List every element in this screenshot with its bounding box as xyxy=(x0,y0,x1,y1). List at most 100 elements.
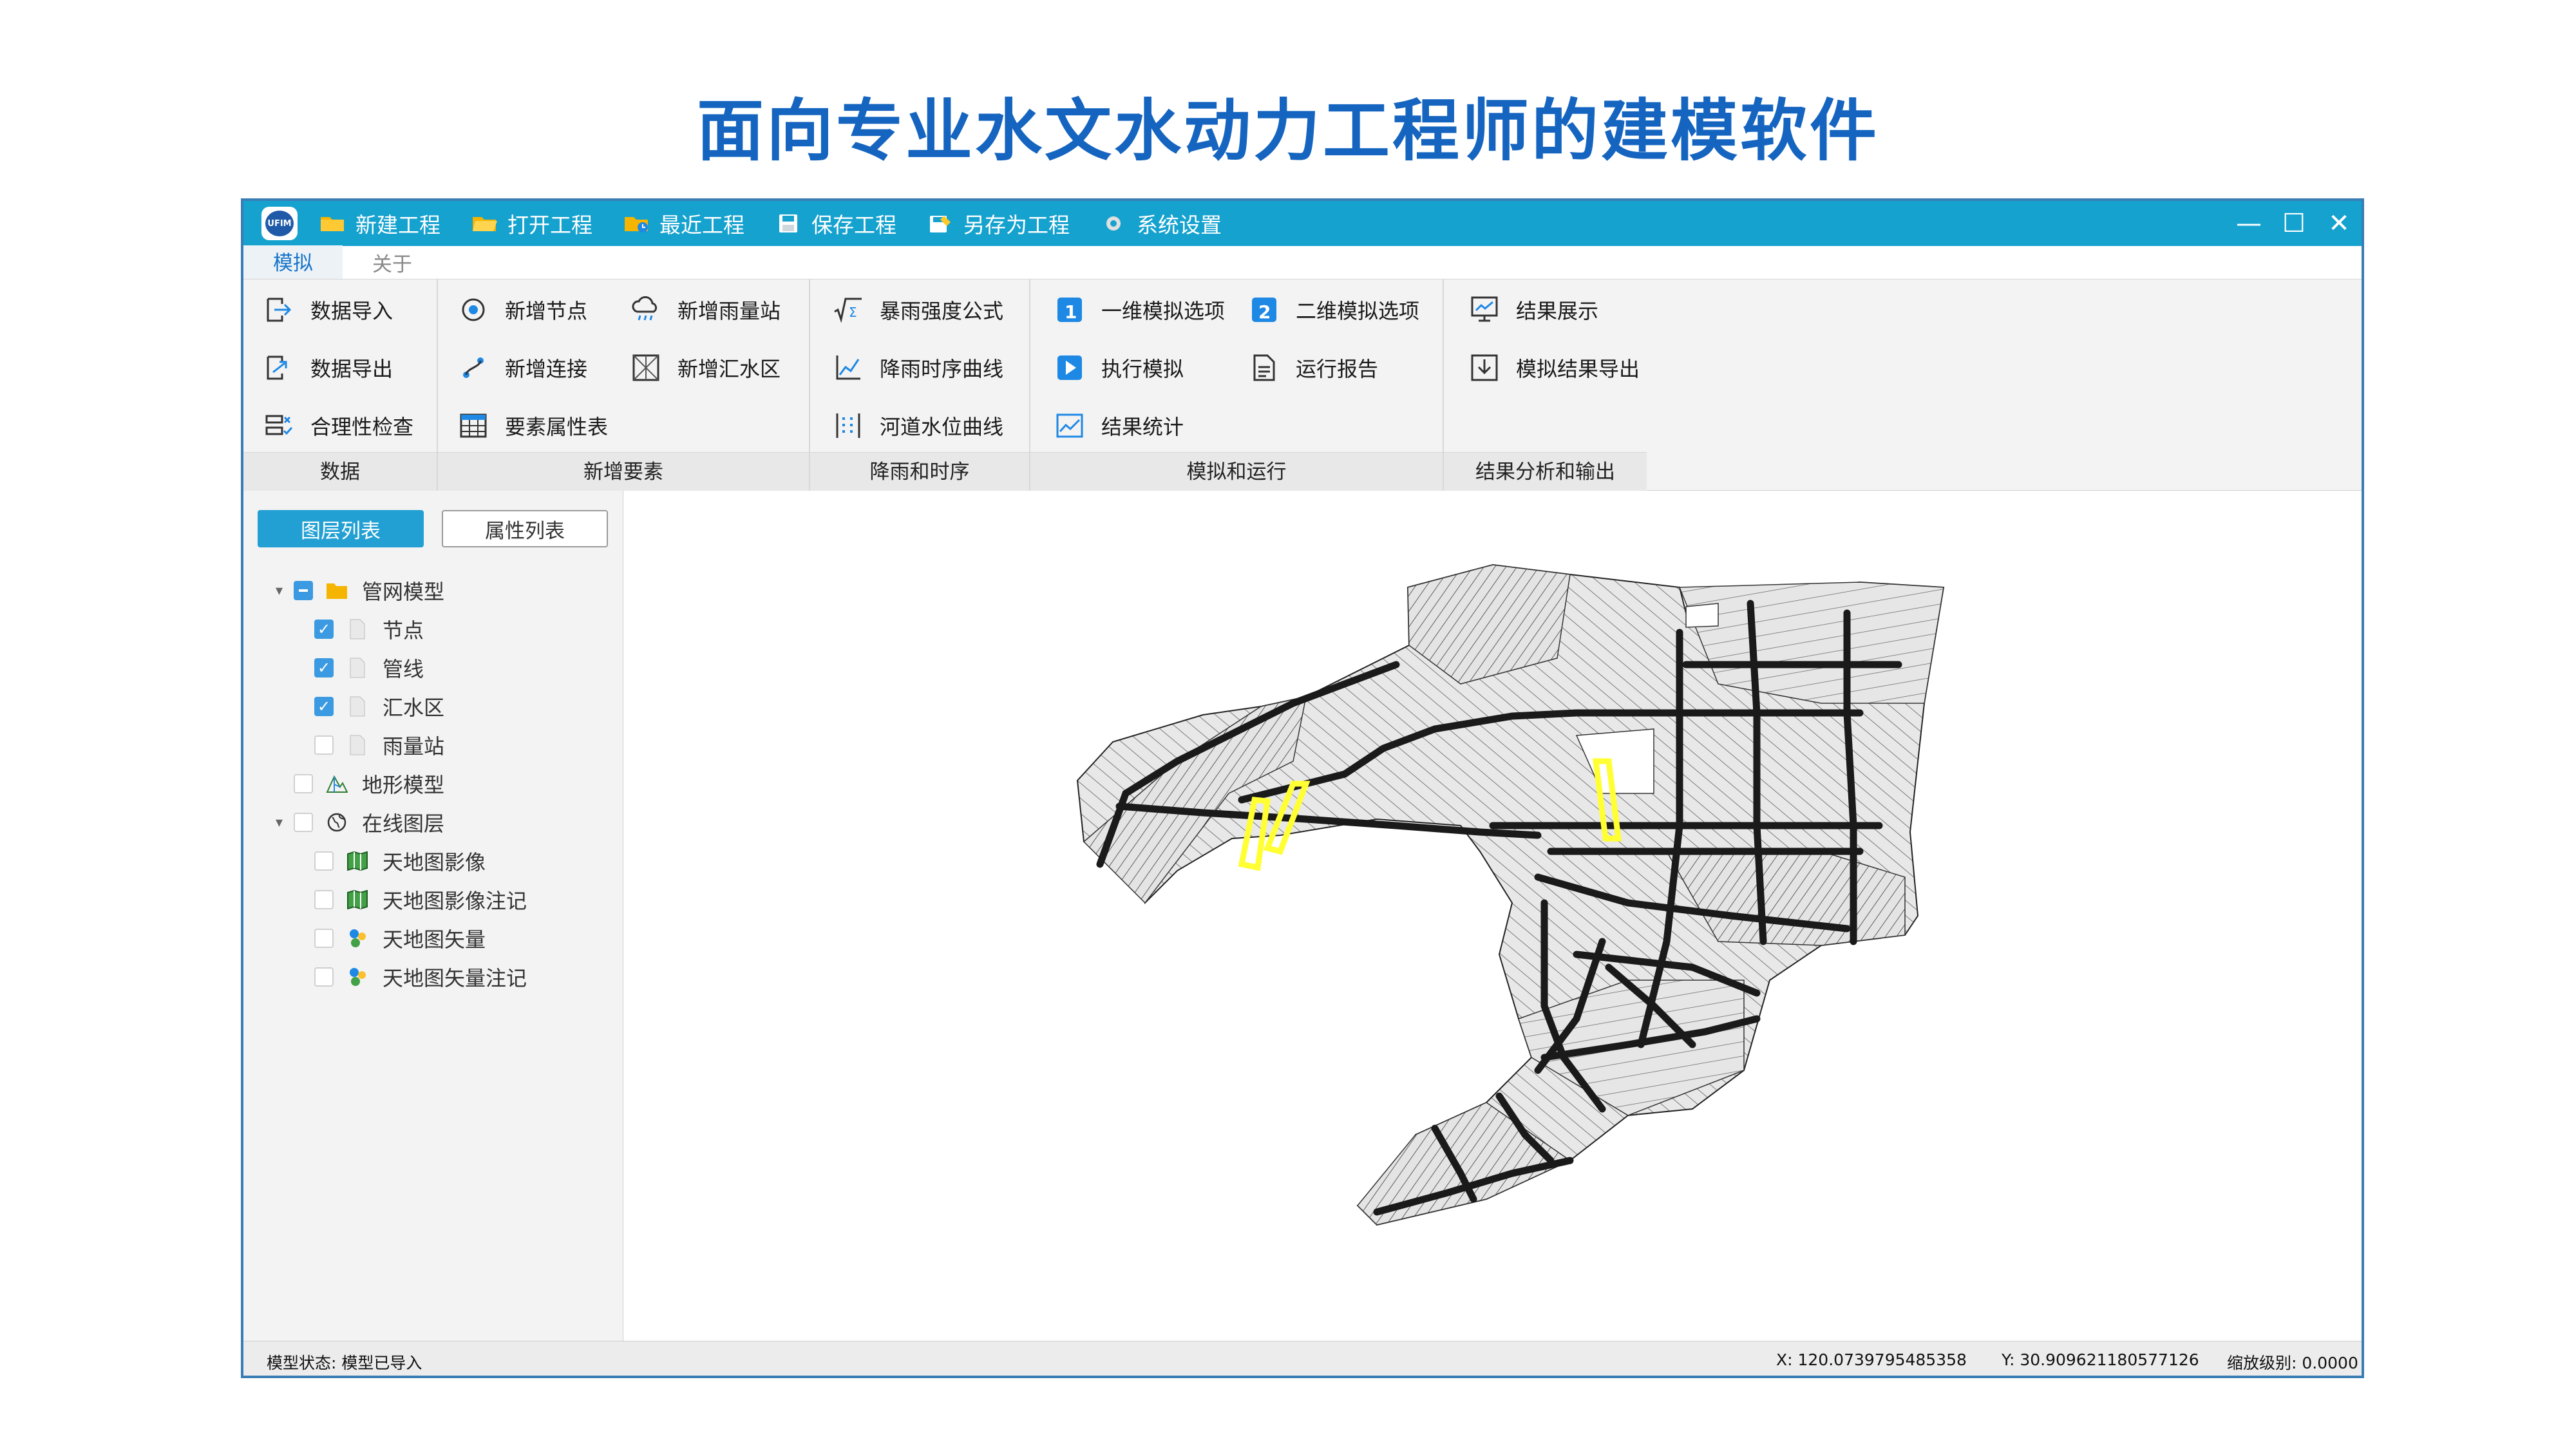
layer-checkbox[interactable] xyxy=(294,774,313,793)
1d-simulation-options-label: 一维模拟选项 xyxy=(1101,299,1226,323)
tree-item-catchments[interactable]: ✓ 汇水区 xyxy=(314,690,444,723)
tree-item-label: 天地图影像 xyxy=(383,850,486,875)
zoom-level-readout: 缩放级别: 0.0000 xyxy=(2227,1354,2358,1372)
expand-caret-icon[interactable]: ▾ xyxy=(276,815,294,831)
tree-item-label: 管网模型 xyxy=(362,580,445,604)
layer-checkbox[interactable] xyxy=(314,851,334,871)
monitor-chart-icon xyxy=(1470,295,1499,325)
save-as-project-label: 另存为工程 xyxy=(963,213,1070,238)
tree-item-pipes[interactable]: ✓ 管线 xyxy=(314,652,424,684)
new-project-button[interactable]: 新建工程 xyxy=(319,208,440,239)
file-icon xyxy=(346,734,368,756)
layer-checkbox[interactable] xyxy=(314,890,334,909)
maximize-button[interactable]: ☐ xyxy=(2271,209,2316,238)
layer-checkbox[interactable] xyxy=(294,581,313,600)
tree-item-label: 雨量站 xyxy=(383,734,445,759)
add-rain-gauge-button[interactable]: 新增雨量站 xyxy=(631,295,781,325)
river-level-curve-button[interactable]: 河道水位曲线 xyxy=(833,411,1003,440)
layer-checkbox[interactable] xyxy=(314,735,334,755)
tab-about[interactable]: 关于 xyxy=(343,245,442,279)
folder-open-icon xyxy=(473,217,497,231)
run-simulation-label: 执行模拟 xyxy=(1101,357,1184,381)
storm-intensity-formula-button[interactable]: Σ 暴雨强度公式 xyxy=(833,295,1003,325)
map-canvas[interactable] xyxy=(623,491,2362,1341)
svg-text:1: 1 xyxy=(1065,301,1077,323)
download-icon xyxy=(1470,353,1499,383)
result-display-label: 结果展示 xyxy=(1516,299,1599,323)
tree-item-nodes[interactable]: ✓ 节点 xyxy=(314,613,424,645)
export-results-button[interactable]: 模拟结果导出 xyxy=(1470,353,1640,383)
link-icon xyxy=(459,353,488,383)
ribbon-group-label: 新增要素 xyxy=(438,452,809,491)
ribbon-group-label: 数据 xyxy=(243,452,437,491)
file-icon xyxy=(346,657,368,679)
svg-text:2: 2 xyxy=(1258,301,1271,323)
system-settings-label: 系统设置 xyxy=(1137,213,1222,238)
file-icon xyxy=(346,696,368,717)
layer-panel: 图层列表 属性列表 ▾ 管网模型 ✓ 节点 ✓ 管线 ✓ 汇水区 雨量站 地形模… xyxy=(243,491,623,1341)
save-project-label: 保存工程 xyxy=(811,213,896,238)
tab-simulate[interactable]: 模拟 xyxy=(243,245,343,279)
feature-attribute-table-button[interactable]: 要素属性表 xyxy=(459,411,608,440)
tree-item-pipe-network[interactable]: ▾ 管网模型 xyxy=(276,574,444,607)
result-statistics-label: 结果统计 xyxy=(1101,415,1184,439)
1d-simulation-options-button[interactable]: 1 一维模拟选项 xyxy=(1055,295,1225,325)
tree-item-label: 地形模型 xyxy=(362,773,445,797)
data-export-button[interactable]: 数据导出 xyxy=(264,353,393,383)
add-link-label: 新增连接 xyxy=(505,357,588,381)
layer-checkbox[interactable] xyxy=(294,813,313,832)
run-report-button[interactable]: 运行报告 xyxy=(1249,353,1378,383)
layer-checkbox[interactable]: ✓ xyxy=(314,697,334,716)
tree-item-rain-gauges[interactable]: 雨量站 xyxy=(314,729,444,761)
tree-item-tianditu-image[interactable]: 天地图影像 xyxy=(314,845,486,877)
tree-item-terrain[interactable]: 地形模型 xyxy=(294,768,444,800)
close-button[interactable]: ✕ xyxy=(2316,209,2362,238)
layer-checkbox[interactable] xyxy=(314,967,334,987)
data-export-label: 数据导出 xyxy=(310,357,393,381)
expand-caret-icon[interactable]: ▾ xyxy=(276,583,294,599)
run-simulation-button[interactable]: 执行模拟 xyxy=(1055,353,1184,383)
save-project-button[interactable]: 保存工程 xyxy=(775,208,896,239)
feature-attribute-table-label: 要素属性表 xyxy=(505,415,609,439)
tree-item-label: 汇水区 xyxy=(383,696,445,720)
node-icon xyxy=(459,295,488,325)
river-level-curve-label: 河道水位曲线 xyxy=(880,415,1004,439)
rainfall-time-series-button[interactable]: 降雨时序曲线 xyxy=(833,353,1003,383)
tree-item-label: 节点 xyxy=(383,618,424,643)
data-import-button[interactable]: 数据导入 xyxy=(264,295,393,325)
add-link-button[interactable]: 新增连接 xyxy=(459,353,587,383)
validity-check-label: 合理性检查 xyxy=(310,415,414,439)
drainage-network-map[interactable] xyxy=(623,491,2362,1341)
tree-item-online-layers[interactable]: ▾ 在线图层 xyxy=(276,806,444,838)
number-two-icon: 2 xyxy=(1249,295,1279,325)
layer-checkbox[interactable]: ✓ xyxy=(314,658,334,677)
rainfall-time-series-label: 降雨时序曲线 xyxy=(880,357,1004,381)
formula-icon: Σ xyxy=(833,295,863,325)
app-logo-text: UFIM xyxy=(265,211,294,236)
tree-item-tianditu-vector[interactable]: 天地图矢量 xyxy=(314,922,486,954)
2d-simulation-options-label: 二维模拟选项 xyxy=(1296,299,1420,323)
open-project-button[interactable]: 打开工程 xyxy=(471,208,592,239)
export-icon xyxy=(264,353,294,383)
layer-checkbox[interactable] xyxy=(314,929,334,948)
recent-projects-button[interactable]: 最近工程 xyxy=(623,208,744,239)
tree-item-tianditu-image-labels[interactable]: 天地图影像注记 xyxy=(314,884,527,916)
system-settings-button[interactable]: 系统设置 xyxy=(1101,208,1222,239)
map-vector-icon xyxy=(346,927,368,949)
result-statistics-button[interactable]: 结果统计 xyxy=(1055,411,1184,440)
add-node-button[interactable]: 新增节点 xyxy=(459,295,587,325)
table-icon xyxy=(459,411,488,440)
tab-attribute-list[interactable]: 属性列表 xyxy=(442,510,608,547)
result-display-button[interactable]: 结果展示 xyxy=(1470,295,1598,325)
layer-checkbox[interactable]: ✓ xyxy=(314,620,334,639)
2d-simulation-options-button[interactable]: 2 二维模拟选项 xyxy=(1249,295,1419,325)
validity-check-button[interactable]: 合理性检查 xyxy=(264,411,413,440)
water-level-icon xyxy=(833,411,863,440)
add-catchment-button[interactable]: 新增汇水区 xyxy=(631,353,781,383)
minimize-button[interactable]: — xyxy=(2226,209,2271,238)
y-coordinate-readout: Y: 30.909621180577126 xyxy=(2002,1350,2199,1369)
tree-item-tianditu-vector-labels[interactable]: 天地图矢量注记 xyxy=(314,961,527,993)
add-node-label: 新增节点 xyxy=(505,299,588,323)
save-as-project-button[interactable]: 另存为工程 xyxy=(927,208,1070,239)
tab-layer-list[interactable]: 图层列表 xyxy=(258,510,424,547)
